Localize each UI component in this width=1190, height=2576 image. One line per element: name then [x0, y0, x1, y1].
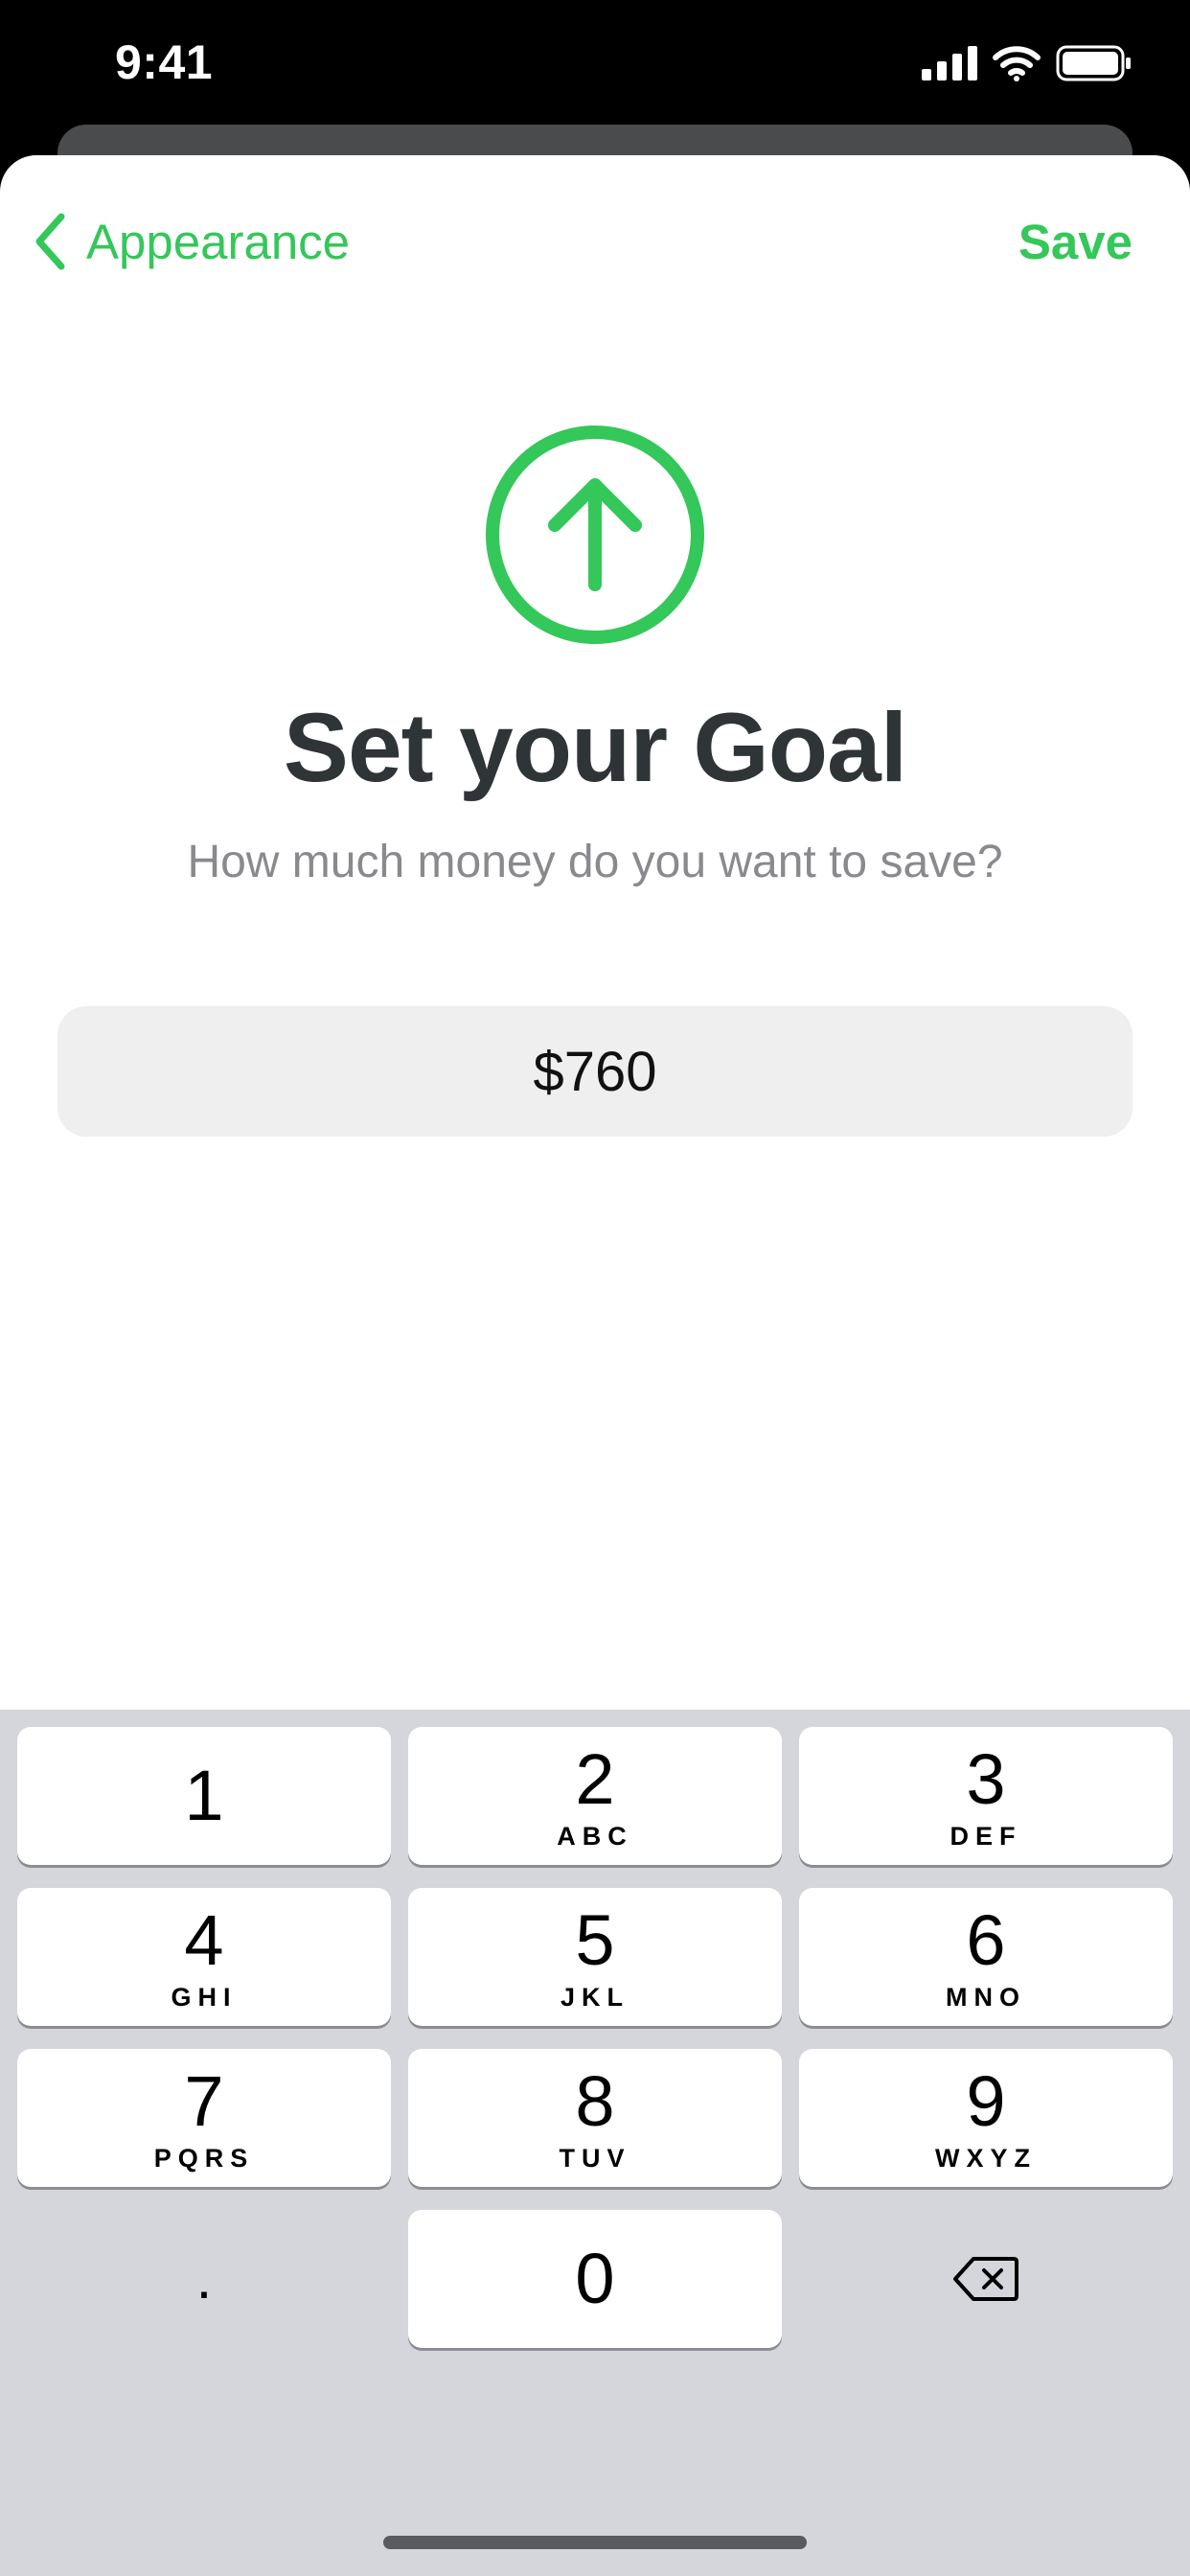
arrow-up-circle-icon: [486, 426, 704, 644]
page-subtitle: How much money do you want to save?: [187, 837, 1003, 887]
key-digit: 1: [184, 1756, 224, 1835]
back-button-label: Appearance: [86, 214, 351, 269]
key-letters: GHI: [171, 1983, 238, 2012]
key-digit: 3: [966, 1739, 1006, 1819]
key-8[interactable]: 8 TUV: [408, 2049, 782, 2187]
delete-backspace-icon: [953, 2257, 1018, 2301]
key-letters: TUV: [559, 2144, 631, 2173]
status-bar: 9:41: [0, 0, 1190, 144]
wifi-icon: [993, 46, 1041, 81]
save-button[interactable]: Save: [1018, 203, 1133, 280]
key-0[interactable]: 0: [408, 2210, 782, 2348]
key-digit: 7: [184, 2061, 224, 2141]
key-letters: WXYZ: [935, 2144, 1037, 2173]
key-4[interactable]: 4 GHI: [17, 1888, 391, 2026]
key-2[interactable]: 2 ABC: [408, 1727, 782, 1865]
key-3[interactable]: 3 DEF: [799, 1727, 1173, 1865]
key-digit: 8: [575, 2061, 615, 2141]
key-delete[interactable]: [799, 2210, 1173, 2348]
status-icons: [922, 44, 1133, 82]
key-digit: 6: [966, 1900, 1006, 1980]
key-7[interactable]: 7 PQRS: [17, 2049, 391, 2187]
key-digit: 2: [575, 1739, 615, 1819]
home-indicator[interactable]: [383, 2536, 807, 2549]
key-9[interactable]: 9 WXYZ: [799, 2049, 1173, 2187]
key-digit: 5: [575, 1900, 615, 1980]
key-letters: DEF: [950, 1822, 1022, 1851]
key-letters: MNO: [946, 1983, 1026, 2012]
back-button[interactable]: Appearance: [33, 203, 350, 280]
key-5[interactable]: 5 JKL: [408, 1888, 782, 2026]
key-1[interactable]: 1: [17, 1727, 391, 1865]
key-digit: 9: [966, 2061, 1006, 2141]
key-letters: ABC: [557, 1822, 633, 1851]
key-6[interactable]: 6 MNO: [799, 1888, 1173, 2026]
status-time: 9:41: [115, 35, 214, 89]
numeric-keypad: 1 2 ABC 3 DEF 4 GHI 5 JKL 6 MNO 7 PQRS 8…: [0, 1710, 1190, 2576]
key-letters: JKL: [560, 1983, 629, 2012]
page-title: Set your Goal: [283, 693, 907, 802]
chevron-left-icon: [35, 213, 65, 270]
key-digit: 0: [575, 2239, 615, 2318]
key-letters: PQRS: [153, 2144, 255, 2173]
cellular-signal-icon: [922, 46, 977, 80]
key-decimal[interactable]: .: [17, 2210, 391, 2348]
goal-amount-input[interactable]: $760: [57, 1006, 1133, 1137]
key-digit: 4: [184, 1900, 224, 1980]
key-decimal-label: .: [195, 2246, 213, 2311]
battery-icon: [1056, 45, 1131, 81]
